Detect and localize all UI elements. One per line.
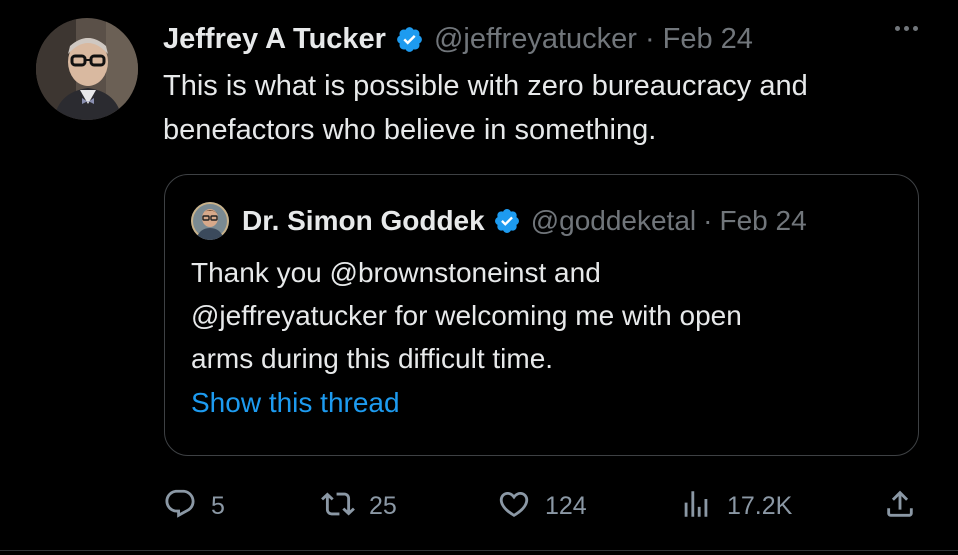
separator-dot: · xyxy=(703,205,713,236)
like-button[interactable]: 124 xyxy=(497,486,587,526)
show-thread-link[interactable]: Show this thread xyxy=(191,387,400,419)
tweet-text-line: benefactors who believe in something. xyxy=(163,114,657,146)
tweet-text: This is what is possible with zero burea… xyxy=(163,64,923,152)
tweet[interactable]: Jeffrey A Tucker @jeffreyatucker · Feb 2… xyxy=(0,0,958,555)
quoted-tweet-header: Dr. Simon Goddek @goddeketal · Feb 24 xyxy=(191,201,807,241)
share-button[interactable] xyxy=(883,486,917,526)
quoted-author-name: Dr. Simon Goddek xyxy=(242,205,485,236)
reply-button[interactable]: 5 xyxy=(163,486,225,526)
retweet-icon xyxy=(321,487,355,526)
quoted-tweet-date: Feb 24 xyxy=(719,205,807,236)
verified-badge-icon xyxy=(395,25,424,54)
quoted-author-handle: @goddeketal xyxy=(530,205,697,236)
like-count: 124 xyxy=(545,491,587,520)
separator-dot: · xyxy=(644,22,655,55)
retweet-count: 25 xyxy=(369,491,397,520)
author-handle[interactable]: @jeffreyatucker xyxy=(434,23,637,56)
divider xyxy=(0,550,958,551)
views-button[interactable]: 17.2K xyxy=(679,486,792,526)
tweet-header: Jeffrey A Tucker @jeffreyatucker · Feb 2… xyxy=(163,18,753,60)
verified-badge-icon xyxy=(493,207,521,235)
reply-count: 5 xyxy=(211,491,225,520)
quoted-tweet[interactable]: Dr. Simon Goddek @goddeketal · Feb 24 Th… xyxy=(164,174,919,456)
reply-icon xyxy=(163,487,197,526)
quoted-tweet-text: Thank you @brownstoneinst and @jeffreyat… xyxy=(191,251,891,380)
author-name[interactable]: Jeffrey A Tucker xyxy=(163,23,386,56)
tweet-date[interactable]: Feb 24 xyxy=(663,23,753,56)
author-avatar[interactable] xyxy=(36,18,138,120)
action-bar: 5 25 124 17.2K xyxy=(163,486,923,526)
quoted-text-line: @jeffreyatucker for welcoming me with op… xyxy=(191,300,742,331)
views-icon xyxy=(679,487,713,526)
quoted-text-line: Thank you @brownstoneinst and xyxy=(191,257,601,288)
heart-icon xyxy=(497,487,531,526)
retweet-button[interactable]: 25 xyxy=(321,486,397,526)
quoted-text-line: arms during this difficult time. xyxy=(191,343,554,374)
share-icon xyxy=(883,487,917,526)
tweet-text-line: This is what is possible with zero burea… xyxy=(163,70,808,102)
more-icon[interactable] xyxy=(895,26,918,31)
quoted-author-avatar xyxy=(191,202,229,240)
views-count: 17.2K xyxy=(727,491,793,520)
